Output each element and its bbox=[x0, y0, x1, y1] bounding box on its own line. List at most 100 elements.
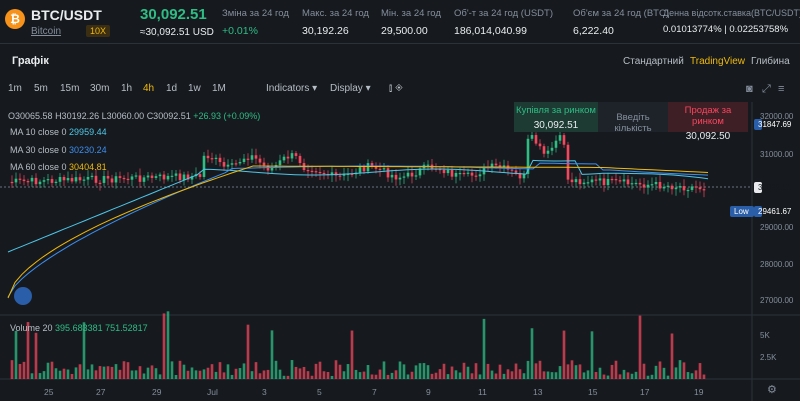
volume-bar bbox=[298, 368, 302, 379]
volume-bar bbox=[18, 363, 22, 379]
candle bbox=[682, 186, 686, 191]
volume-bar bbox=[70, 373, 74, 379]
expand-icon[interactable]: ⤢ bbox=[762, 83, 771, 96]
market-buy-button[interactable]: Купівля за ринком 30,092.51 bbox=[514, 102, 598, 132]
market-sell-button[interactable]: Продаж за ринком 30,092.50 bbox=[668, 102, 748, 142]
volume-bar bbox=[290, 360, 294, 379]
indicators-menu[interactable]: Indicators ▾ bbox=[266, 83, 317, 94]
volume-bar bbox=[474, 363, 478, 379]
candle bbox=[102, 176, 106, 183]
candle bbox=[134, 175, 138, 177]
tab-standard[interactable]: Стандартний bbox=[623, 56, 684, 67]
tab-depth[interactable]: Глибина bbox=[751, 56, 790, 67]
timeframe-1m[interactable]: 1m bbox=[8, 83, 22, 94]
volume-bar bbox=[158, 374, 162, 379]
settings-icon[interactable]: ≡ bbox=[778, 83, 784, 95]
volume-bar bbox=[394, 370, 398, 379]
candle bbox=[638, 182, 642, 185]
volume-bar bbox=[86, 369, 90, 379]
volume-bar bbox=[146, 367, 150, 379]
candle bbox=[198, 174, 202, 177]
tab-tradingview[interactable]: TradingView bbox=[690, 56, 745, 67]
chart-panel-title: Графік bbox=[12, 55, 49, 67]
candle bbox=[174, 173, 178, 176]
date-label: 29 bbox=[152, 387, 162, 397]
volume-bar bbox=[558, 366, 562, 379]
timeframe-5m[interactable]: 5m bbox=[34, 83, 48, 94]
volume-bar bbox=[262, 370, 266, 379]
volume-bar bbox=[542, 371, 546, 379]
candle bbox=[622, 179, 626, 182]
chart-style-icon[interactable]: ⫾ ◈ bbox=[389, 83, 403, 94]
quantity-input[interactable]: Введіть кількість bbox=[598, 102, 668, 134]
volume-bar bbox=[530, 328, 534, 379]
volume-bar bbox=[66, 369, 70, 379]
candle bbox=[546, 150, 550, 154]
volume-bar bbox=[534, 363, 538, 379]
candle bbox=[258, 158, 262, 163]
volume-bar bbox=[62, 368, 66, 379]
volume-bar bbox=[238, 368, 242, 379]
volume-bar bbox=[182, 364, 186, 379]
gear-icon[interactable]: ⚙ bbox=[767, 383, 777, 396]
volume-bar bbox=[270, 330, 274, 379]
candle bbox=[474, 175, 478, 177]
candle bbox=[694, 186, 698, 188]
timeframe-1h[interactable]: 1h bbox=[121, 83, 132, 94]
candle bbox=[234, 163, 238, 165]
timeframe-1d[interactable]: 1d bbox=[166, 83, 177, 94]
low-label: Low bbox=[730, 206, 754, 217]
timeframe-4h[interactable]: 4h bbox=[143, 83, 154, 94]
volume-bar bbox=[686, 372, 690, 379]
volume-bar bbox=[94, 370, 98, 379]
stat-volume-usdt: Об'-т за 24 год (USDT) 186,014,040.99 bbox=[454, 8, 553, 37]
candle bbox=[646, 184, 650, 188]
volume-bar bbox=[434, 372, 438, 379]
volume-bar bbox=[614, 360, 618, 379]
candle bbox=[550, 147, 554, 151]
stat-volume-btc: Об'єм за 24 год (BTC) 6,222.40 bbox=[573, 8, 669, 37]
camera-icon[interactable]: ◙ bbox=[746, 83, 753, 95]
display-menu[interactable]: Display ▾ bbox=[330, 83, 371, 94]
price-chart[interactable] bbox=[0, 102, 800, 401]
volume-bar bbox=[218, 362, 222, 379]
volume-bar bbox=[58, 370, 62, 379]
pair-title[interactable]: BTC/USDT bbox=[31, 7, 102, 23]
volume-bar bbox=[618, 374, 622, 379]
volume-bar bbox=[590, 331, 594, 379]
volume-tick: 2.5K bbox=[760, 353, 777, 362]
candle bbox=[402, 176, 406, 178]
volume-bar bbox=[174, 374, 178, 379]
volume-bar bbox=[338, 364, 342, 379]
volume-bar bbox=[626, 372, 630, 379]
candle bbox=[674, 187, 678, 190]
candle bbox=[26, 181, 30, 183]
price-tag-top: 31847.69 bbox=[754, 119, 791, 130]
volume-bar bbox=[414, 365, 418, 379]
candle bbox=[426, 164, 430, 166]
candle bbox=[582, 182, 586, 185]
timeframe-1M[interactable]: 1M bbox=[212, 83, 226, 94]
volume-bar bbox=[22, 361, 26, 379]
candle bbox=[166, 175, 170, 180]
timeframe-15m[interactable]: 15m bbox=[60, 83, 79, 94]
volume-bar bbox=[538, 360, 542, 379]
timeframe-1w[interactable]: 1w bbox=[188, 83, 201, 94]
coin-name-link[interactable]: Bitcoin bbox=[31, 26, 61, 37]
volume-bar bbox=[438, 369, 442, 379]
date-label: 7 bbox=[372, 387, 377, 397]
timeframe-30m[interactable]: 30m bbox=[90, 83, 109, 94]
candle bbox=[602, 178, 606, 186]
volume-bar bbox=[430, 373, 434, 379]
volume-bar bbox=[266, 369, 270, 379]
candle bbox=[126, 178, 130, 181]
candle bbox=[450, 169, 454, 177]
candle bbox=[466, 172, 470, 174]
volume-bar bbox=[366, 365, 370, 379]
candle bbox=[414, 175, 418, 177]
candle bbox=[566, 144, 570, 180]
date-label: 11 bbox=[478, 387, 487, 397]
candle bbox=[310, 170, 314, 173]
volume-bar bbox=[38, 373, 42, 379]
volume-bar bbox=[702, 374, 706, 379]
